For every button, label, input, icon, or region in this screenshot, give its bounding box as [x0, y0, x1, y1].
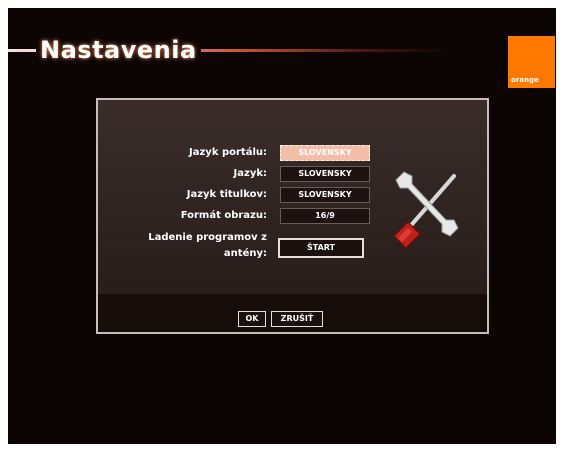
label-antenna-tuning-line1: Ladenie programov z: [148, 232, 267, 243]
subtitle-language-select[interactable]: SLOVENSKY: [280, 187, 370, 203]
logo-text: orange: [511, 76, 539, 84]
back-button[interactable]: ZRUŠIŤ: [271, 311, 323, 327]
tv-screen: Nastavenia orange Jazyk portálu: SLOVENS…: [8, 8, 556, 444]
settings-dialog: Jazyk portálu: SLOVENSKY Jazyk: SLOVENSK…: [96, 98, 489, 334]
label-audio-language: Jazyk:: [233, 168, 267, 179]
portal-language-select[interactable]: SLOVENSKY: [280, 145, 370, 161]
label-aspect-ratio: Formát obrazu:: [180, 210, 267, 221]
wrench-screwdriver-icon: [393, 171, 459, 249]
start-tuning-button[interactable]: ŠTART: [278, 238, 364, 258]
aspect-ratio-select[interactable]: 16/9: [280, 208, 370, 224]
ok-button[interactable]: OK: [238, 311, 266, 327]
page-title: Nastavenia: [36, 32, 201, 68]
label-subtitle-language: Jazyk titulkov:: [186, 189, 267, 200]
audio-language-select[interactable]: SLOVENSKY: [280, 166, 370, 182]
orange-logo: orange: [508, 36, 555, 88]
header: Nastavenia: [8, 32, 458, 68]
label-antenna-tuning-line2: antény:: [223, 248, 267, 259]
label-portal-language: Jazyk portálu:: [189, 147, 267, 158]
